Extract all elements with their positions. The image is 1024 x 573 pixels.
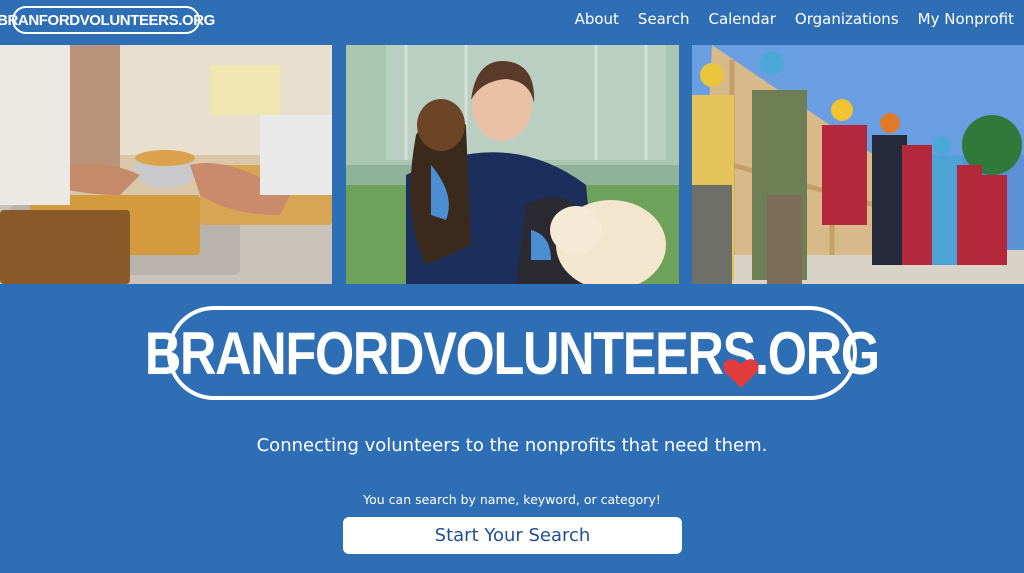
search-hint: You can search by name, keyword, or cate… <box>363 492 661 507</box>
food-serving-photo <box>0 45 332 284</box>
top-navigation-bar: BRANFORDVOLUNTEERS.ORG About Search Cale… <box>0 0 1024 44</box>
site-logo-link[interactable]: BRANFORDVOLUNTEERS.ORG <box>0 6 215 34</box>
heart-icon <box>723 359 759 388</box>
nav-link-organizations[interactable]: Organizations <box>795 10 899 28</box>
site-logo-large: BRANFORDVOLUNTEERS.ORG <box>145 306 880 400</box>
nav-link-about[interactable]: About <box>575 10 619 28</box>
nav-link-search[interactable]: Search <box>638 10 690 28</box>
nav-link-my-nonprofit[interactable]: My Nonprofit <box>918 10 1014 28</box>
house-building-photo <box>692 45 1024 284</box>
start-search-button[interactable]: Start Your Search <box>343 517 682 554</box>
animal-shelter-photo <box>346 45 679 284</box>
nav-link-calendar[interactable]: Calendar <box>708 10 775 28</box>
tagline: Connecting volunteers to the nonprofits … <box>256 435 768 456</box>
site-logo-large-text: BRANFORDVOLUNTEERS.ORG <box>145 319 880 387</box>
main-nav: About Search Calendar Organizations My N… <box>575 10 1014 28</box>
